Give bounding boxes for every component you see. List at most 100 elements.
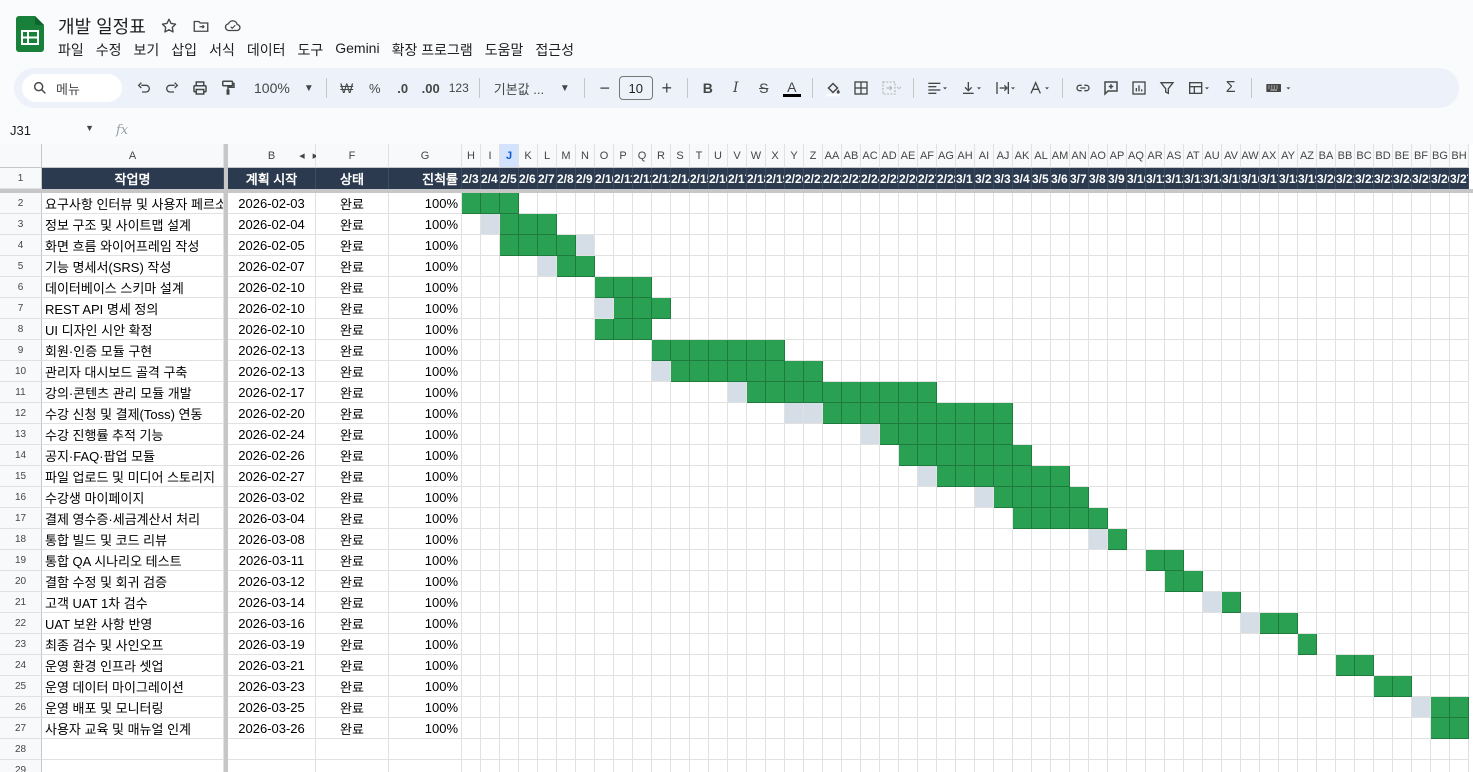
gantt-cell[interactable] — [690, 550, 709, 571]
gantt-cell[interactable] — [728, 634, 747, 655]
gantt-cell-done[interactable] — [633, 298, 652, 319]
gantt-cell[interactable] — [1127, 655, 1146, 676]
gantt-cell[interactable] — [690, 445, 709, 466]
gantt-cell[interactable] — [633, 487, 652, 508]
gantt-cell[interactable] — [1393, 508, 1412, 529]
gantt-cell[interactable] — [975, 529, 994, 550]
gantt-cell[interactable] — [1279, 592, 1298, 613]
gantt-cell[interactable] — [785, 487, 804, 508]
gantt-cell[interactable] — [500, 277, 519, 298]
gantt-cell[interactable] — [1393, 445, 1412, 466]
gantt-cell[interactable] — [1089, 634, 1108, 655]
gantt-cell[interactable] — [880, 613, 899, 634]
gantt-cell[interactable] — [1089, 760, 1108, 772]
cell-status[interactable]: 완료 — [316, 235, 389, 256]
gantt-cell[interactable] — [1298, 214, 1317, 235]
gantt-cell[interactable] — [614, 466, 633, 487]
gantt-cell[interactable] — [1032, 193, 1051, 214]
gantt-cell[interactable] — [1260, 193, 1279, 214]
gantt-cell[interactable] — [899, 676, 918, 697]
gantt-cell[interactable] — [823, 319, 842, 340]
gantt-cell-done[interactable] — [728, 361, 747, 382]
gantt-cell[interactable] — [481, 361, 500, 382]
gantt-cell[interactable] — [1298, 382, 1317, 403]
gantt-cell[interactable] — [519, 382, 538, 403]
gantt-cell[interactable] — [842, 277, 861, 298]
gantt-cell[interactable] — [614, 256, 633, 277]
column-header-am[interactable]: AM — [1051, 144, 1070, 168]
gantt-cell[interactable] — [538, 298, 557, 319]
gantt-cell-done[interactable] — [880, 403, 899, 424]
gantt-cell[interactable] — [595, 256, 614, 277]
gantt-cell[interactable] — [861, 508, 880, 529]
gantt-cell[interactable] — [462, 550, 481, 571]
gantt-cell[interactable] — [576, 424, 595, 445]
gantt-cell[interactable] — [1450, 256, 1469, 277]
cell-status[interactable]: 완료 — [316, 613, 389, 634]
gantt-cell-done[interactable] — [918, 445, 937, 466]
gantt-cell-done[interactable] — [1431, 718, 1450, 739]
gantt-cell[interactable] — [614, 571, 633, 592]
row-header[interactable]: 28 — [0, 739, 42, 760]
gantt-cell[interactable] — [1184, 508, 1203, 529]
gantt-cell[interactable] — [1146, 592, 1165, 613]
gantt-cell[interactable] — [956, 298, 975, 319]
gantt-cell[interactable] — [1260, 424, 1279, 445]
cell-progress[interactable]: 100% — [389, 298, 462, 319]
column-header-x[interactable]: X — [766, 144, 785, 168]
gantt-cell[interactable] — [1184, 214, 1203, 235]
gantt-cell[interactable] — [785, 445, 804, 466]
gantt-cell[interactable] — [1336, 676, 1355, 697]
gantt-cell[interactable] — [519, 571, 538, 592]
gantt-cell[interactable] — [918, 256, 937, 277]
gantt-cell[interactable] — [1374, 298, 1393, 319]
gantt-cell[interactable] — [1165, 361, 1184, 382]
gantt-cell[interactable] — [1051, 550, 1070, 571]
gantt-cell[interactable] — [1108, 424, 1127, 445]
gantt-cell-done[interactable] — [595, 277, 614, 298]
gantt-cell[interactable] — [557, 550, 576, 571]
gantt-cell[interactable] — [519, 718, 538, 739]
header-cell-progress[interactable]: 진척률 — [389, 168, 462, 189]
cell-progress[interactable]: 100% — [389, 340, 462, 361]
gantt-cell[interactable] — [1260, 382, 1279, 403]
gantt-cell[interactable] — [1203, 739, 1222, 760]
gantt-cell[interactable] — [481, 382, 500, 403]
gantt-cell[interactable] — [994, 235, 1013, 256]
gantt-cell[interactable] — [956, 340, 975, 361]
gantt-cell[interactable] — [709, 277, 728, 298]
gantt-cell[interactable] — [747, 571, 766, 592]
gantt-cell[interactable] — [595, 760, 614, 772]
gantt-cell[interactable] — [1317, 718, 1336, 739]
gantt-cell[interactable] — [937, 214, 956, 235]
gantt-cell[interactable] — [1184, 613, 1203, 634]
header-date-cell[interactable]: 3/21 — [1336, 168, 1355, 189]
gantt-cell[interactable] — [880, 277, 899, 298]
gantt-cell[interactable] — [975, 760, 994, 772]
gantt-cell[interactable] — [576, 676, 595, 697]
gantt-cell[interactable] — [595, 361, 614, 382]
header-date-cell[interactable]: 3/23 — [1374, 168, 1393, 189]
gantt-cell[interactable] — [538, 403, 557, 424]
gantt-cell[interactable] — [1127, 613, 1146, 634]
cell-task[interactable]: 기능 명세서(SRS) 작성 — [42, 256, 224, 277]
gantt-cell[interactable] — [1450, 193, 1469, 214]
gantt-cell[interactable] — [519, 487, 538, 508]
gantt-cell[interactable] — [1355, 214, 1374, 235]
gantt-cell[interactable] — [823, 613, 842, 634]
gantt-cell[interactable] — [1165, 214, 1184, 235]
gantt-cell[interactable] — [880, 739, 899, 760]
gantt-cell[interactable] — [538, 529, 557, 550]
gantt-cell[interactable] — [1317, 592, 1336, 613]
gantt-cell[interactable] — [1203, 571, 1222, 592]
gantt-cell[interactable] — [576, 739, 595, 760]
gantt-cell[interactable] — [1184, 298, 1203, 319]
gantt-cell[interactable] — [918, 529, 937, 550]
gantt-cell[interactable] — [1336, 361, 1355, 382]
gantt-cell[interactable] — [1260, 277, 1279, 298]
gantt-cell[interactable] — [1431, 340, 1450, 361]
gantt-cell[interactable] — [652, 571, 671, 592]
gantt-cell[interactable] — [1165, 319, 1184, 340]
gantt-cell[interactable] — [728, 550, 747, 571]
merge-cells-icon[interactable] — [875, 74, 907, 102]
